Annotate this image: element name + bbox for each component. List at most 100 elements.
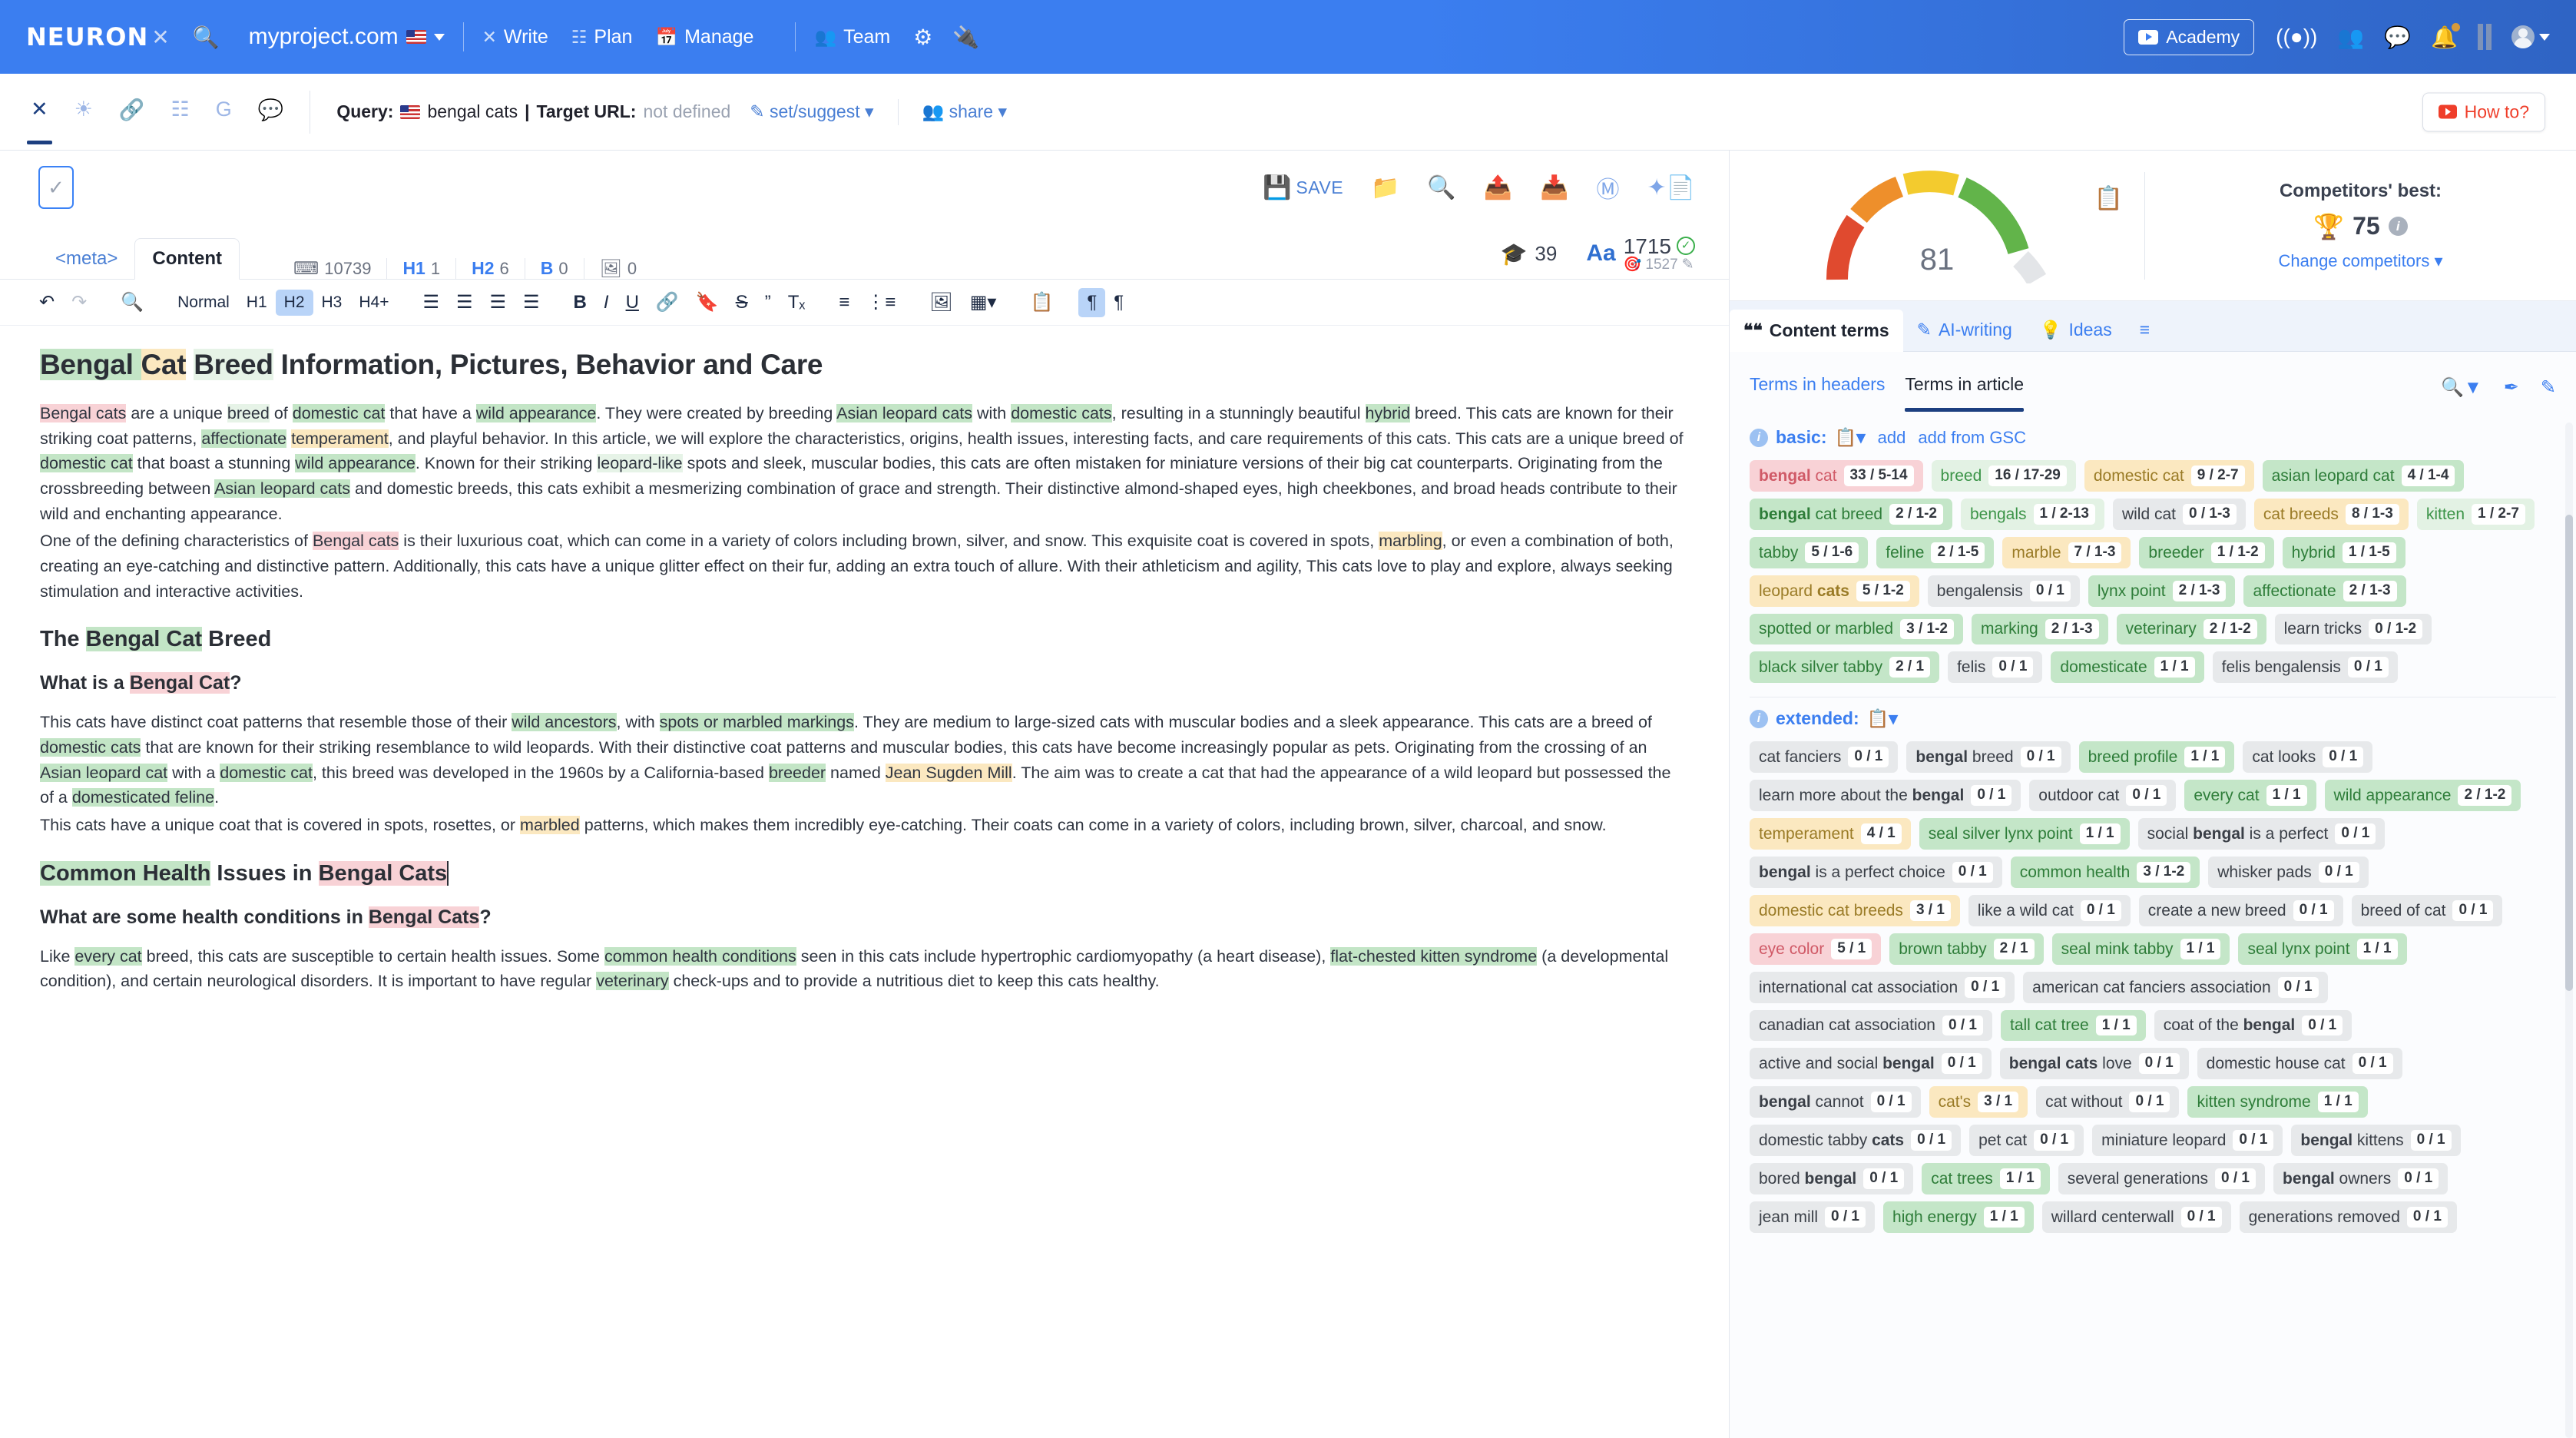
term-chip[interactable]: every cat 1 / 1 <box>2184 780 2316 812</box>
term-chip[interactable]: jean mill 0 / 1 <box>1750 1201 1876 1233</box>
highlighter-fill-icon[interactable]: ✒ <box>2504 376 2519 399</box>
strikethrough-button[interactable]: S <box>727 288 757 317</box>
term-chip[interactable]: marking 2 / 1-3 <box>1971 613 2108 645</box>
save-button[interactable]: 💾 SAVE <box>1263 174 1343 201</box>
term-chip[interactable]: active and social bengal 0 / 1 <box>1750 1048 1992 1080</box>
export-icon[interactable]: 📤 <box>1484 174 1512 201</box>
term-chip[interactable]: domestic tabby cats 0 / 1 <box>1750 1125 1962 1157</box>
term-chip[interactable]: eye color 5 / 1 <box>1750 933 1882 965</box>
term-chip[interactable]: bengal cat 33 / 5-14 <box>1750 460 1923 492</box>
term-chip[interactable]: black silver tabby 2 / 1 <box>1750 651 1940 684</box>
term-chip[interactable]: wild appearance 2 / 1-2 <box>2324 780 2521 812</box>
term-chip[interactable]: coat of the bengal 0 / 1 <box>2154 1009 2353 1042</box>
chat-bubble-icon[interactable]: 💬 <box>258 98 284 127</box>
term-chip[interactable]: pet cat 0 / 1 <box>1969 1125 2084 1157</box>
community-icon[interactable]: 👥 <box>2337 25 2364 50</box>
term-chip[interactable]: generations removed 0 / 1 <box>2239 1201 2457 1233</box>
term-chip[interactable]: outdoor cat 0 / 1 <box>2029 780 2177 812</box>
term-chip[interactable]: lynx point 2 / 1-3 <box>2088 575 2236 607</box>
term-chip[interactable]: bengal breed 0 / 1 <box>1906 741 2071 774</box>
term-chip[interactable]: cat breeds 8 / 1-3 <box>2253 498 2409 530</box>
open-folder-icon[interactable]: 📁 <box>1371 174 1399 201</box>
term-chip[interactable]: spotted or marbled 3 / 1-2 <box>1750 613 1963 645</box>
article-paragraph[interactable]: Like every cat breed, this cats are susc… <box>40 944 1689 994</box>
article-title[interactable]: Bengal Cat Breed Information, Pictures, … <box>40 349 1689 381</box>
chat-icon[interactable]: 💬 <box>2384 25 2411 50</box>
style-h3-button[interactable]: H3 <box>313 290 351 316</box>
term-chip[interactable]: bengal cannot 0 / 1 <box>1750 1086 1921 1118</box>
term-chip[interactable]: whisker pads 0 / 1 <box>2208 857 2369 888</box>
terms-list[interactable]: i basic: 📋▾ add add from GSC bengal cat 33 / 5… <box>1730 422 2576 1438</box>
ltr-paragraph-icon[interactable]: ¶ <box>1078 287 1106 317</box>
tab-content-terms[interactable]: ❝❝ Content terms <box>1730 310 1903 352</box>
article-paragraph[interactable]: Bengal cats are a unique breed of domest… <box>40 401 1689 526</box>
term-chip[interactable]: learn tricks 0 / 1-2 <box>2274 613 2432 645</box>
nav-item-manage[interactable]: 📅 Manage <box>655 26 753 48</box>
term-chip[interactable]: marble 7 / 1-3 <box>2002 536 2131 568</box>
search-icon[interactable]: 🔍 <box>112 287 152 317</box>
term-chip[interactable]: feline 2 / 1-5 <box>1876 536 1995 568</box>
change-competitors-link[interactable]: Change competitors ▾ <box>2278 251 2442 271</box>
align-right-icon[interactable]: ☰ <box>482 287 515 317</box>
feather-icon[interactable]: ✕ <box>27 98 52 144</box>
term-chip[interactable]: seal mink tabby 1 / 1 <box>2051 933 2230 965</box>
sitemap-icon[interactable]: ☷ <box>171 98 189 126</box>
bell-icon[interactable]: 🔔 <box>2431 22 2460 50</box>
term-chip[interactable]: tabby 5 / 1-6 <box>1750 536 1869 568</box>
tab-meta[interactable]: <meta> <box>38 239 134 279</box>
term-chip[interactable]: seal lynx point 1 / 1 <box>2238 933 2407 965</box>
term-chip[interactable]: bengal cats love 0 / 1 <box>1999 1048 2189 1080</box>
bold-button[interactable]: B <box>565 288 595 317</box>
copy-icon[interactable]: 📋▾ <box>1834 427 1865 448</box>
term-chip[interactable]: asian leopard cat 4 / 1-4 <box>2262 460 2465 492</box>
pie-chart-icon[interactable]: ☀ <box>74 98 93 126</box>
ordered-list-icon[interactable]: ≡ <box>830 288 858 317</box>
term-chip[interactable]: american cat fanciers association 0 / 1 <box>2023 971 2328 1003</box>
style-h4-button[interactable]: H4+ <box>350 290 397 316</box>
rtl-paragraph-icon[interactable]: ¶ <box>1105 288 1132 317</box>
group-action-link[interactable]: add <box>1878 428 1906 448</box>
info-icon[interactable]: i <box>1750 709 1768 728</box>
paste-icon[interactable]: 📋 <box>1021 287 1061 317</box>
style-h1-button[interactable]: H1 <box>238 290 276 316</box>
google-icon[interactable]: G <box>216 98 232 126</box>
gears-icon[interactable]: ⚙ <box>913 25 932 50</box>
subtab-terms-in-article[interactable]: Terms in article <box>1905 374 2024 412</box>
article-heading-3[interactable]: What are some health conditions in Benga… <box>40 906 1689 929</box>
tab-content[interactable]: Content <box>134 238 240 280</box>
term-chip[interactable]: cat's 3 / 1 <box>1929 1086 2028 1118</box>
terms-scrollbar[interactable] <box>2565 422 2573 1438</box>
nav-item-write[interactable]: ✕ Write <box>482 26 548 48</box>
align-center-icon[interactable]: ☰ <box>448 287 482 317</box>
term-chip[interactable]: temperament 4 / 1 <box>1750 818 1911 850</box>
term-chip[interactable]: learn more about the bengal 0 / 1 <box>1750 780 2021 812</box>
search-icon[interactable]: 🔍 <box>193 25 220 50</box>
term-chip[interactable]: cat without 0 / 1 <box>2036 1086 2180 1118</box>
clipboard-check-icon[interactable]: 📋 <box>2094 185 2123 212</box>
term-chip[interactable]: international cat association 0 / 1 <box>1750 971 2015 1003</box>
bullet-list-icon[interactable]: ⋮≡ <box>858 287 904 317</box>
term-chip[interactable]: bengal cat breed 2 / 1-2 <box>1750 498 1952 530</box>
article-heading-3[interactable]: What is a Bengal Cat? <box>40 672 1689 694</box>
term-chip[interactable]: felis 0 / 1 <box>1948 651 2043 684</box>
term-chip[interactable]: create a new breed 0 / 1 <box>2138 894 2343 926</box>
import-icon[interactable]: 📥 <box>1540 174 1568 201</box>
article-editor[interactable]: Bengal Cat Breed Information, Pictures, … <box>0 326 1729 1438</box>
subtab-terms-in-headers[interactable]: Terms in headers <box>1750 374 1885 401</box>
italic-button[interactable]: I <box>595 288 618 317</box>
nav-item-team[interactable]: 👥 Team <box>814 26 890 48</box>
term-chip[interactable]: like a wild cat 0 / 1 <box>1968 894 2131 926</box>
share-button[interactable]: 👥 share ▾ <box>922 101 1008 122</box>
tab-settings[interactable]: ≡ <box>2126 309 2164 351</box>
term-chip[interactable]: bengal kittens 0 / 1 <box>2291 1125 2461 1157</box>
term-chip[interactable]: bored bengal 0 / 1 <box>1750 1163 1914 1195</box>
how-to-button[interactable]: How to? <box>2422 92 2545 131</box>
avatar[interactable] <box>2511 25 2550 48</box>
term-chip[interactable]: several generations 0 / 1 <box>2058 1163 2266 1195</box>
clear-format-icon[interactable]: Tₓ <box>780 288 814 317</box>
term-chip[interactable]: breeder 1 / 1-2 <box>2139 536 2274 568</box>
plug-icon[interactable]: 🔌 <box>952 25 979 50</box>
term-chip[interactable]: bengal owners 0 / 1 <box>2273 1163 2449 1195</box>
document-search-icon[interactable]: 🔍 <box>1427 174 1455 201</box>
term-chip[interactable]: domesticate 1 / 1 <box>2051 651 2204 684</box>
